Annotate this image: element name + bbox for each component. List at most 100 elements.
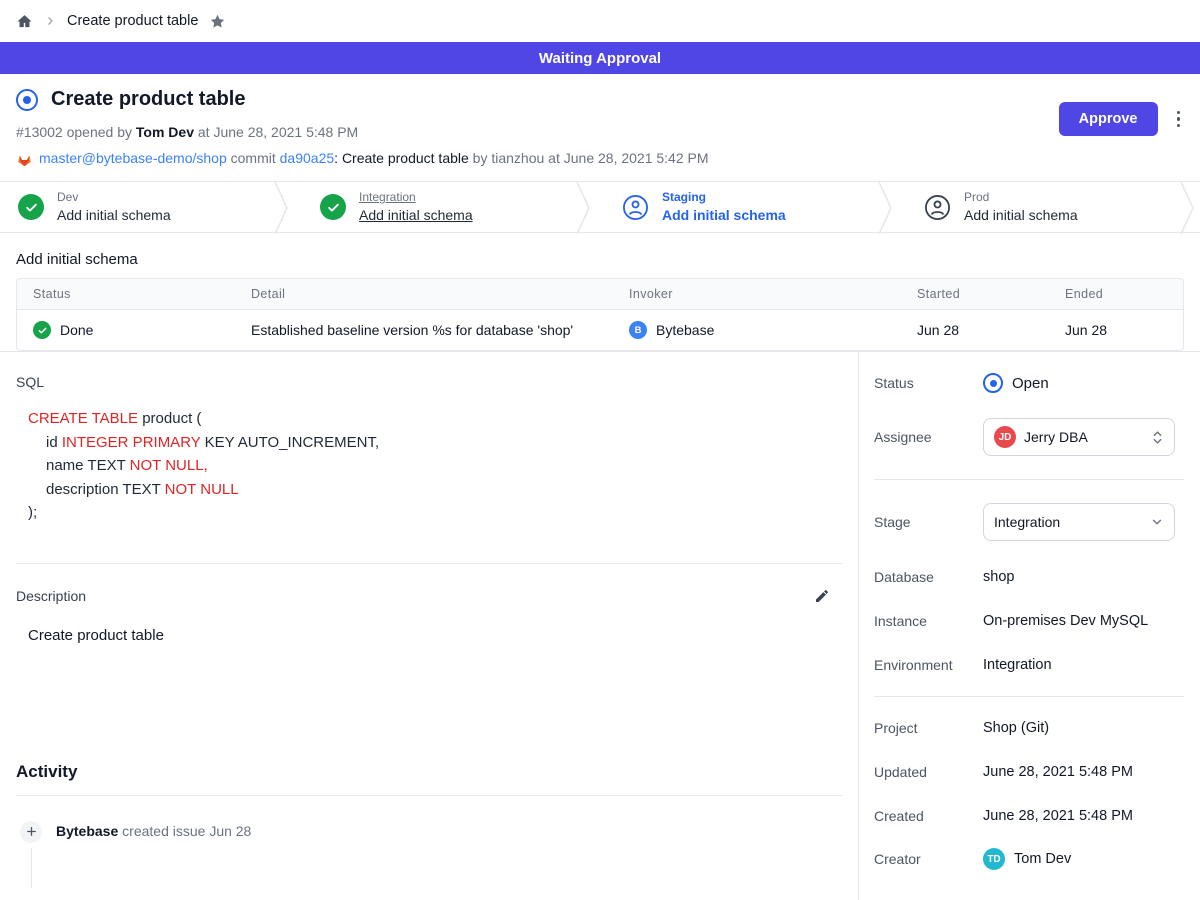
issue-meta: #13002 opened by Tom Dev at June 28, 202… bbox=[16, 124, 1184, 140]
activity-title: Activity bbox=[16, 762, 842, 782]
pipeline-stage-dev[interactable]: Dev Add initial schema bbox=[0, 182, 274, 232]
stage-done-icon bbox=[320, 194, 346, 220]
task-ended: Jun 28 bbox=[1065, 322, 1107, 338]
stage-name: Integration bbox=[359, 189, 473, 205]
updated-value: June 28, 2021 5:48 PM bbox=[983, 764, 1133, 780]
sidebar-divider bbox=[874, 479, 1184, 480]
stage-separator bbox=[274, 182, 294, 232]
activity-actor: Bytebase bbox=[56, 823, 118, 839]
invoker-avatar: B bbox=[629, 321, 647, 339]
sql-code-block: CREATE TABLE product ( id INTEGER PRIMARY… bbox=[28, 407, 842, 525]
sql-label: SQL bbox=[16, 374, 842, 390]
creator-label: Creator bbox=[874, 851, 983, 867]
activity-divider bbox=[16, 795, 842, 796]
stage-task: Add initial schema bbox=[57, 206, 171, 225]
sql-token: id bbox=[46, 434, 62, 451]
sql-token: product ( bbox=[138, 410, 201, 427]
column-header-detail: Detail bbox=[235, 279, 613, 309]
updown-chevron-icon bbox=[1151, 430, 1164, 445]
stage-label: Stage bbox=[874, 514, 983, 530]
stage-select[interactable]: Integration bbox=[983, 503, 1175, 541]
environment-label: Environment bbox=[874, 657, 983, 673]
commit-line: master@bytebase-demo/shop commit da90a25… bbox=[16, 150, 1184, 167]
sql-token: CREATE TABLE bbox=[28, 410, 138, 427]
task-table: Status Detail Invoker Started Ended Done… bbox=[16, 278, 1184, 351]
stage-separator bbox=[576, 182, 596, 232]
stage-value: Integration bbox=[994, 514, 1142, 530]
assignee-label: Assignee bbox=[874, 429, 983, 445]
column-header-ended: Ended bbox=[1049, 279, 1183, 309]
sql-token: KEY AUTO_INCREMENT, bbox=[200, 434, 379, 451]
pipeline-stage-bar: Dev Add initial schema Integration Add i… bbox=[0, 181, 1200, 233]
assignee-select[interactable]: JD Jerry DBA bbox=[983, 418, 1175, 456]
kebab-menu-icon[interactable] bbox=[1173, 107, 1185, 132]
instance-value: On-premises Dev MySQL bbox=[983, 613, 1148, 629]
commit-message: Create product table bbox=[342, 150, 469, 166]
stage-task: Add initial schema bbox=[964, 206, 1078, 225]
pipeline-stage-staging[interactable]: Staging Add initial schema bbox=[596, 182, 878, 232]
stage-name: Staging bbox=[662, 189, 786, 205]
breadcrumb-page-title: Create product table bbox=[67, 13, 198, 29]
issue-title: Create product table bbox=[51, 88, 245, 111]
column-header-status: Status bbox=[17, 279, 235, 309]
task-started: Jun 28 bbox=[917, 322, 959, 338]
issue-meta-prefix: #13002 opened by bbox=[16, 124, 136, 140]
assignee-avatar: JD bbox=[994, 426, 1016, 448]
home-icon[interactable] bbox=[16, 13, 33, 30]
issue-meta-suffix: at June 28, 2021 5:48 PM bbox=[194, 124, 358, 140]
database-value: shop bbox=[983, 569, 1014, 585]
task-status: Done bbox=[60, 322, 93, 338]
pipeline-stage-integration[interactable]: Integration Add initial schema bbox=[294, 182, 576, 232]
task-invoker: Bytebase bbox=[656, 322, 714, 338]
approval-banner-text: Waiting Approval bbox=[539, 50, 661, 67]
environment-value: Integration bbox=[983, 657, 1052, 673]
creator-avatar: TD bbox=[983, 848, 1005, 870]
stage-task: Add initial schema bbox=[359, 206, 473, 225]
creator-value: Tom Dev bbox=[1014, 851, 1071, 867]
gitlab-icon bbox=[16, 151, 33, 167]
commit-suffix: by tianzhou at June 28, 2021 5:42 PM bbox=[469, 150, 709, 166]
stage-pending-approval-icon bbox=[622, 194, 649, 221]
branch-repo-link[interactable]: master@bytebase-demo/shop bbox=[39, 150, 227, 166]
column-header-started: Started bbox=[901, 279, 1049, 309]
description-label: Description bbox=[16, 588, 86, 604]
instance-label: Instance bbox=[874, 613, 983, 629]
commit-hash-link[interactable]: da90a25 bbox=[280, 150, 335, 166]
pipeline-stage-prod[interactable]: Prod Add initial schema bbox=[898, 182, 1180, 232]
sql-token: description TEXT bbox=[46, 481, 165, 498]
stage-separator bbox=[878, 182, 898, 232]
table-row: Done Established baseline version %s for… bbox=[17, 310, 1183, 350]
database-label: Database bbox=[874, 569, 983, 585]
task-section-title: Add initial schema bbox=[16, 251, 1184, 268]
approval-banner: Waiting Approval bbox=[0, 42, 1200, 74]
chevron-right-icon bbox=[44, 15, 56, 27]
star-icon[interactable] bbox=[209, 13, 226, 30]
plus-icon bbox=[20, 821, 42, 843]
commit-word: commit bbox=[227, 150, 280, 166]
task-section: Add initial schema Status Detail Invoker… bbox=[0, 233, 1200, 351]
edit-description-icon[interactable] bbox=[812, 586, 832, 606]
task-done-icon bbox=[33, 321, 51, 339]
sql-token: NOT NULL bbox=[165, 481, 239, 498]
project-label: Project bbox=[874, 720, 983, 736]
stage-task: Add initial schema bbox=[662, 206, 786, 225]
chevron-down-icon bbox=[1150, 515, 1164, 529]
status-value: Open bbox=[1012, 375, 1049, 392]
status-label: Status bbox=[874, 375, 983, 391]
issue-author: Tom Dev bbox=[136, 124, 194, 140]
activity-action: created issue Jun 28 bbox=[118, 823, 251, 839]
task-detail: Established baseline version %s for data… bbox=[251, 322, 573, 338]
description-content: Create product table bbox=[28, 627, 842, 644]
issue-detail-panel: SQL CREATE TABLE product ( id INTEGER PRI… bbox=[0, 352, 858, 900]
issue-header: Create product table Approve #13002 open… bbox=[0, 74, 1200, 181]
sidebar-divider bbox=[874, 696, 1184, 697]
breadcrumb: Create product table bbox=[0, 0, 1200, 42]
created-label: Created bbox=[874, 808, 983, 824]
issue-open-icon bbox=[16, 89, 38, 111]
approve-button[interactable]: Approve bbox=[1059, 102, 1158, 136]
section-divider bbox=[16, 563, 842, 564]
stage-name: Dev bbox=[57, 189, 171, 205]
sql-token: ); bbox=[28, 504, 37, 521]
sql-token: name TEXT bbox=[46, 457, 130, 474]
sql-token: INTEGER PRIMARY bbox=[62, 434, 201, 451]
